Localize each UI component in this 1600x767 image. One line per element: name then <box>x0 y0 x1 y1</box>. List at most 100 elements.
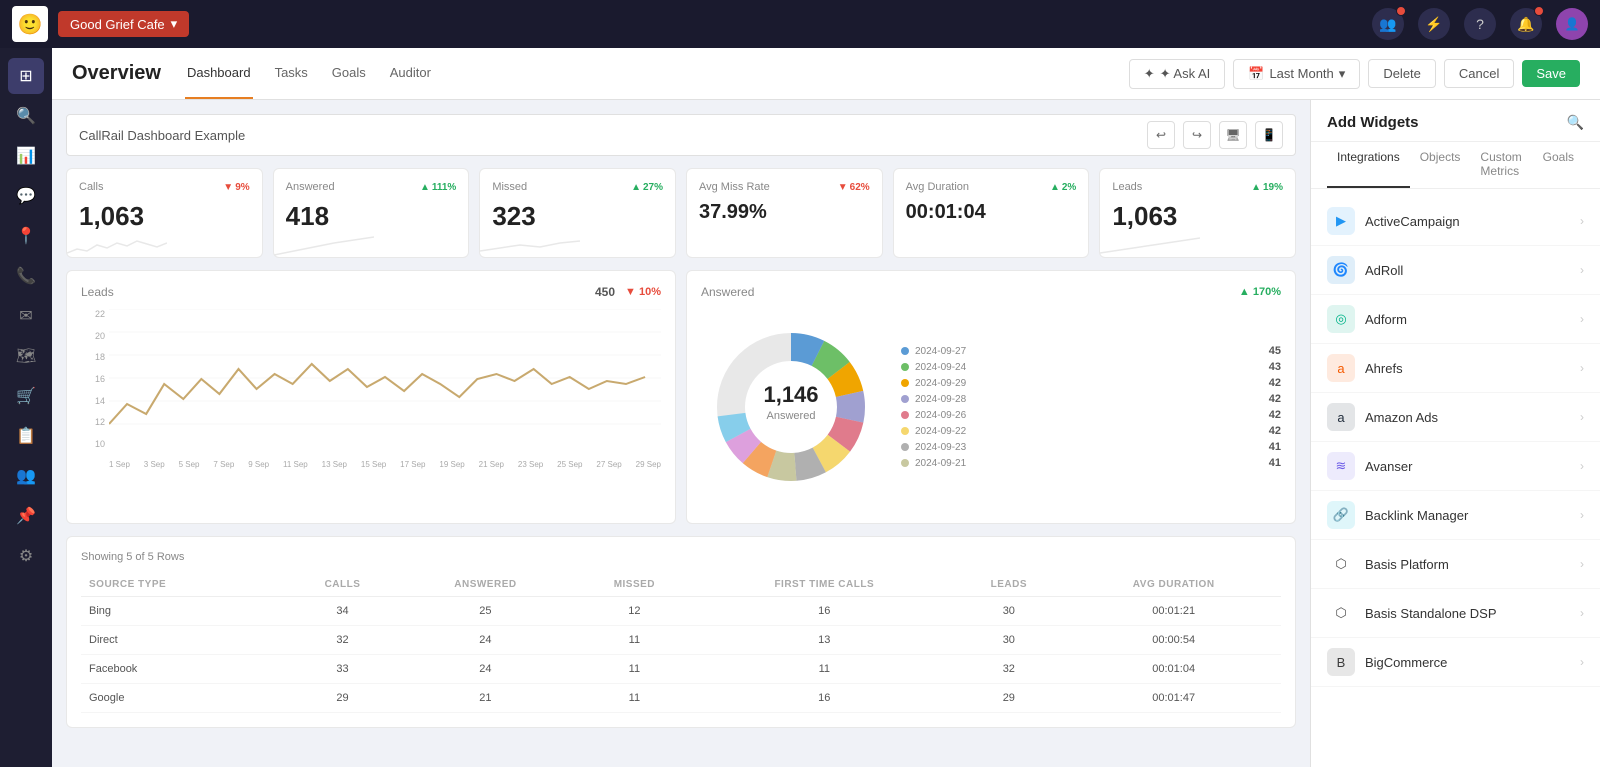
svg-text:Answered: Answered <box>767 410 816 422</box>
metric-cards: Calls ▼ 9% 1,063 Answered ▲ 111% <box>66 168 1296 258</box>
sidebar-item-calls[interactable]: 📞 <box>8 258 44 294</box>
cell-avg-dur: 00:01:04 <box>1066 655 1281 684</box>
right-tab-objects[interactable]: Objects <box>1410 142 1471 188</box>
sidebar-item-location[interactable]: 📍 <box>8 218 44 254</box>
right-tab-integrations[interactable]: Integrations <box>1327 142 1410 188</box>
sidebar-item-cart[interactable]: 🛒 <box>8 378 44 414</box>
sidebar-item-pin[interactable]: 🗺 <box>8 338 44 374</box>
metric-value-avg-miss: 37.99% <box>699 201 870 224</box>
right-sidebar: Add Widgets 🔍 Integrations Objects Custo… <box>1310 100 1600 767</box>
metric-label-avg-dur: Avg Duration <box>906 181 969 193</box>
dashboard-name-input[interactable] <box>79 128 279 143</box>
right-tab-goals[interactable]: Goals <box>1533 142 1584 188</box>
delete-button[interactable]: Delete <box>1368 59 1436 88</box>
sidebar-item-chat[interactable]: 💬 <box>8 178 44 214</box>
integration-item[interactable]: ⬡ Basis Standalone DSP › <box>1311 589 1600 638</box>
ask-ai-icon: ✦ <box>1144 66 1155 82</box>
desktop-view-button[interactable]: 🖥 <box>1219 121 1247 149</box>
nav-tabs: Dashboard Tasks Goals Auditor <box>185 48 433 99</box>
integration-icon: ⬡ <box>1327 599 1355 627</box>
integration-name: Backlink Manager <box>1365 508 1580 523</box>
date-range-button[interactable]: 📅 Last Month ▾ <box>1233 59 1360 89</box>
ask-ai-button[interactable]: ✦ ✦ Ask AI <box>1129 59 1226 89</box>
integration-icon: 🌀 <box>1327 256 1355 284</box>
legend-item-0: 2024-09-27 45 <box>901 345 1281 357</box>
sidebar-item-email[interactable]: ✉ <box>8 298 44 334</box>
tab-auditor[interactable]: Auditor <box>388 48 433 99</box>
integration-item[interactable]: a Ahrefs › <box>1311 344 1600 393</box>
brand-name: Good Grief Cafe <box>70 17 165 32</box>
integration-name: Avanser <box>1365 459 1580 474</box>
integration-item[interactable]: a Amazon Ads › <box>1311 393 1600 442</box>
integration-icon: 🔗 <box>1327 501 1355 529</box>
integrations-list: ▶ ActiveCampaign › 🌀 AdRoll › ◎ Adform ›… <box>1311 189 1600 767</box>
integration-item[interactable]: ≋ Avanser › <box>1311 442 1600 491</box>
integration-arrow-icon: › <box>1580 312 1584 326</box>
integration-item[interactable]: ⬡ Basis Platform › <box>1311 540 1600 589</box>
undo-button[interactable]: ↩ <box>1147 121 1175 149</box>
tab-dashboard[interactable]: Dashboard <box>185 48 253 99</box>
tab-goals[interactable]: Goals <box>330 48 368 99</box>
user-avatar[interactable]: 👤 <box>1556 8 1588 40</box>
col-first-time: First Time Calls <box>697 573 951 597</box>
y-axis-labels: 22 20 18 16 14 12 10 <box>81 309 109 449</box>
sidebar-item-users[interactable]: 👥 <box>8 458 44 494</box>
cell-first: 11 <box>697 655 951 684</box>
metric-change-calls: ▼ 9% <box>223 182 249 193</box>
search-icon[interactable]: 🔍 <box>1567 114 1584 131</box>
cell-avg-dur: 00:00:54 <box>1066 626 1281 655</box>
page-header: Overview Dashboard Tasks Goals Auditor ✦… <box>52 48 1600 100</box>
cell-first: 16 <box>697 684 951 713</box>
metric-label-avg-miss: Avg Miss Rate <box>699 181 770 193</box>
svg-text:1,146: 1,146 <box>763 382 818 407</box>
integration-arrow-icon: › <box>1580 263 1584 277</box>
line-chart-container: 22 20 18 16 14 12 10 <box>81 309 661 469</box>
metric-label-answered: Answered <box>286 181 335 193</box>
cell-missed: 11 <box>571 684 697 713</box>
top-nav-icons: 👥 ⚡ ? 🔔 👤 <box>1372 8 1588 40</box>
metric-value-missed: 323 <box>492 201 663 232</box>
right-tab-custom-metrics[interactable]: Custom Metrics <box>1470 142 1532 188</box>
sidebar-item-reports[interactable]: 📋 <box>8 418 44 454</box>
integration-icon: ◎ <box>1327 305 1355 333</box>
activity-icon[interactable]: ⚡ <box>1418 8 1450 40</box>
cell-answered: 25 <box>399 597 571 626</box>
legend-item-4: 2024-09-26 42 <box>901 409 1281 421</box>
integration-item[interactable]: B BigCommerce › <box>1311 638 1600 687</box>
help-icon[interactable]: ? <box>1464 8 1496 40</box>
integration-name: AdRoll <box>1365 263 1580 278</box>
integration-item[interactable]: 🌀 AdRoll › <box>1311 246 1600 295</box>
cell-avg-dur: 00:01:21 <box>1066 597 1281 626</box>
sidebar-item-analytics[interactable]: 📊 <box>8 138 44 174</box>
mobile-view-button[interactable]: 📱 <box>1255 121 1283 149</box>
tab-tasks[interactable]: Tasks <box>273 48 310 99</box>
legend-item-2: 2024-09-29 42 <box>901 377 1281 389</box>
cell-missed: 11 <box>571 626 697 655</box>
integration-item[interactable]: 🔗 Backlink Manager › <box>1311 491 1600 540</box>
integration-item[interactable]: ▶ ActiveCampaign › <box>1311 197 1600 246</box>
leads-chart-title: Leads <box>81 285 114 299</box>
sidebar-item-search[interactable]: 🔍 <box>8 98 44 134</box>
answered-chart-change: ▲ 170% <box>1239 286 1281 298</box>
dashboard-name-bar: ↩ ↪ 🖥 📱 <box>66 114 1296 156</box>
cell-first: 16 <box>697 597 951 626</box>
brand-selector[interactable]: Good Grief Cafe ▾ <box>58 11 189 37</box>
notifications-icon[interactable]: 🔔 <box>1510 8 1542 40</box>
col-calls: Calls <box>286 573 400 597</box>
cell-source: Direct <box>81 626 286 655</box>
sidebar-item-dashboard[interactable]: ⊞ <box>8 58 44 94</box>
ask-ai-label: ✦ Ask AI <box>1160 66 1211 82</box>
redo-button[interactable]: ↪ <box>1183 121 1211 149</box>
legend-item-7: 2024-09-21 41 <box>901 457 1281 469</box>
cancel-button[interactable]: Cancel <box>1444 59 1514 88</box>
metric-label-leads: Leads <box>1112 181 1142 193</box>
left-sidebar: ⊞ 🔍 📊 💬 📍 📞 ✉ 🗺 🛒 📋 👥 📌 ⚙ <box>0 48 52 767</box>
sidebar-item-settings[interactable]: ⚙ <box>8 538 44 574</box>
sidebar-item-integrations[interactable]: 📌 <box>8 498 44 534</box>
save-button[interactable]: Save <box>1522 60 1580 87</box>
cell-leads: 29 <box>951 684 1066 713</box>
integration-item[interactable]: ◎ Adform › <box>1311 295 1600 344</box>
integration-name: Adform <box>1365 312 1580 327</box>
team-icon[interactable]: 👥 <box>1372 8 1404 40</box>
leads-chart-value: 450 <box>595 285 615 299</box>
